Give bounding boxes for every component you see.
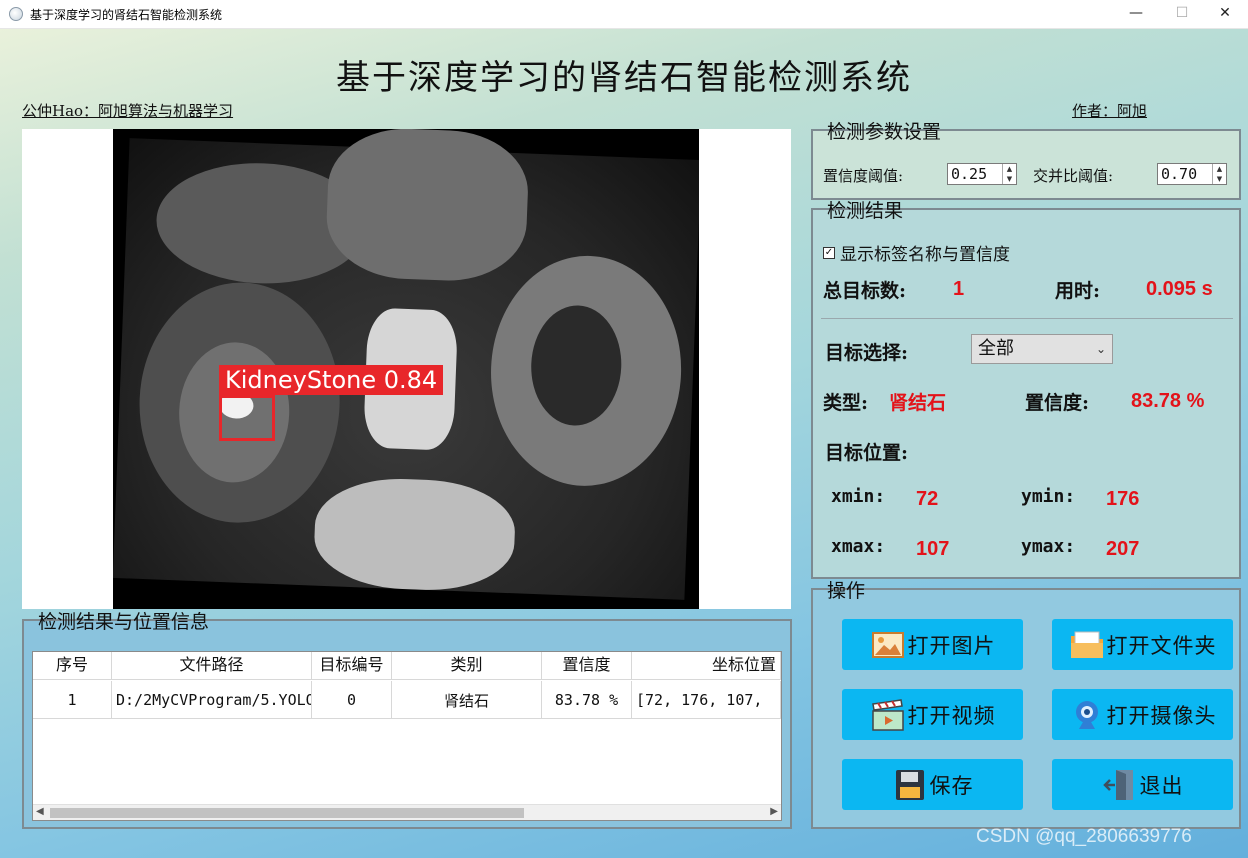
csdn-watermark: CSDN @qq_2806639776 [976, 826, 1192, 847]
iou-threshold-spinbox[interactable]: 0.70 ▲ ▼ [1157, 163, 1227, 185]
results-group-title: 检测结果 [827, 200, 904, 222]
table-group-title: 检测结果与位置信息 [38, 611, 210, 633]
open-camera-label: 打开摄像头 [1106, 703, 1217, 728]
detection-label: KidneyStone 0.84 [219, 365, 444, 395]
confidence-value: 83.78 % [1131, 390, 1205, 412]
exit-label: 退出 [1139, 773, 1184, 798]
params-group-title: 检测参数设置 [827, 121, 942, 143]
cell-coordinates: [72, 176, 107, [632, 681, 781, 719]
column-header-file-path[interactable]: 文件路径 [112, 652, 312, 680]
spin-up-icon[interactable]: ▲ [1003, 164, 1016, 174]
open-video-button[interactable]: 打开视频 [842, 689, 1023, 740]
spin-down-icon[interactable]: ▼ [1213, 174, 1226, 184]
open-image-label: 打开图片 [907, 633, 996, 658]
webcam-icon [1075, 700, 1098, 729]
detection-params-group: 检测参数设置 置信度阈值: 0.25 ▲ ▼ 交并比阈值: 0.70 ▲ ▼ [811, 121, 1241, 200]
spin-down-icon[interactable]: ▼ [1003, 174, 1016, 184]
column-header-target-id[interactable]: 目标编号 [312, 652, 392, 680]
time-label: 用时: [1055, 280, 1101, 302]
open-folder-button[interactable]: 打开文件夹 [1052, 619, 1233, 670]
cell-target-id: 0 [312, 681, 392, 719]
save-label: 保存 [929, 773, 974, 798]
operations-group: 操作 打开图片 打开文件夹 打开视频 打开摄像头 保存 退出 [811, 580, 1241, 829]
ymax-value: 207 [1106, 538, 1140, 560]
target-select-dropdown[interactable]: 全部 ⌄ [971, 334, 1113, 364]
exit-button[interactable]: 退出 [1052, 759, 1233, 810]
window-title: 基于深度学习的肾结石智能检测系统 [30, 8, 223, 22]
scroll-right-icon[interactable]: ▶ [770, 806, 778, 817]
floppy-disk-icon [895, 769, 924, 800]
open-image-button[interactable]: 打开图片 [842, 619, 1023, 670]
target-position-label: 目标位置: [825, 442, 909, 464]
table-row[interactable]: 1 D:/2MyCVProgram/5.YOLOv10Program/… 0 肾… [33, 681, 781, 719]
folder-icon [1070, 631, 1103, 658]
table-header-row: 序号 文件路径 目标编号 类别 置信度 坐标位置 [33, 652, 781, 680]
window-titlebar: 基于深度学习的肾结石智能检测系统 — ☐ ✕ [0, 0, 1248, 29]
column-header-index[interactable]: 序号 [33, 652, 112, 680]
iou-threshold-label: 交并比阈值: [1033, 167, 1114, 185]
iou-threshold-value: 0.70 [1161, 165, 1198, 183]
save-button[interactable]: 保存 [842, 759, 1023, 810]
author-channel-note: 公仲Hao：阿旭算法与机器学习 [22, 102, 234, 120]
app-icon [9, 7, 23, 21]
cell-confidence: 83.78 % [542, 681, 632, 719]
confidence-label: 置信度: [1025, 392, 1090, 414]
results-table[interactable]: 序号 文件路径 目标编号 类别 置信度 坐标位置 1 D:/2MyCVProgr… [32, 651, 782, 821]
maximize-button[interactable]: ☐ [1159, 0, 1205, 29]
ymin-label: ymin: [1021, 486, 1076, 507]
page-title: 基于深度学习的肾结石智能检测系统 [336, 58, 912, 98]
spin-up-icon[interactable]: ▲ [1213, 164, 1226, 174]
total-targets-label: 总目标数: [823, 280, 907, 302]
conf-threshold-value: 0.25 [951, 165, 988, 183]
cell-class: 肾结石 [392, 681, 542, 719]
open-video-label: 打开视频 [907, 703, 996, 728]
checkbox-checked-icon[interactable]: ✓ [823, 246, 835, 259]
conf-spin-arrows[interactable]: ▲ ▼ [1002, 164, 1016, 184]
cell-file-path: D:/2MyCVProgram/5.YOLOv10Program/… [112, 681, 312, 719]
ymin-value: 176 [1106, 488, 1140, 510]
xmax-label: xmax: [831, 536, 886, 557]
open-camera-button[interactable]: 打开摄像头 [1052, 689, 1233, 740]
exit-door-icon [1102, 769, 1133, 800]
ct-scan-image: KidneyStone 0.84 [113, 129, 699, 609]
detection-results-group: 检测结果 ✓ 显示标签名称与置信度 总目标数: 1 用时: 0.095 s 目标… [811, 200, 1241, 579]
image-icon [871, 631, 904, 658]
close-button[interactable]: ✕ [1202, 0, 1248, 29]
type-value: 肾结石 [889, 392, 947, 414]
type-label: 类型: [823, 392, 869, 414]
show-labels-checkbox[interactable]: ✓ 显示标签名称与置信度 [823, 240, 1010, 265]
cell-index: 1 [33, 681, 112, 719]
xmax-value: 107 [916, 538, 950, 560]
author-note: 作者：阿旭 [1072, 102, 1148, 120]
show-labels-text: 显示标签名称与置信度 [840, 245, 1010, 265]
results-table-group: 检测结果与位置信息 序号 文件路径 目标编号 类别 置信度 坐标位置 1 D:/… [22, 611, 792, 829]
divider [821, 318, 1233, 319]
scrollbar-thumb[interactable] [50, 808, 524, 818]
image-display: KidneyStone 0.84 [22, 129, 791, 609]
column-header-coordinates[interactable]: 坐标位置 [632, 652, 781, 680]
xmin-value: 72 [916, 488, 939, 510]
total-targets-value: 1 [953, 278, 965, 300]
target-select-label: 目标选择: [825, 342, 909, 364]
chevron-down-icon: ⌄ [1095, 342, 1106, 356]
conf-threshold-label: 置信度阈值: [823, 167, 904, 185]
scroll-left-icon[interactable]: ◀ [36, 806, 44, 817]
ymax-label: ymax: [1021, 536, 1076, 557]
conf-threshold-spinbox[interactable]: 0.25 ▲ ▼ [947, 163, 1017, 185]
detection-box [219, 395, 275, 441]
time-value: 0.095 s [1146, 278, 1213, 300]
target-select-value: 全部 [978, 338, 1014, 359]
column-header-class[interactable]: 类别 [392, 652, 542, 680]
column-header-confidence[interactable]: 置信度 [542, 652, 632, 680]
xmin-label: xmin: [831, 486, 886, 507]
open-folder-label: 打开文件夹 [1106, 633, 1217, 658]
ops-group-title: 操作 [827, 580, 866, 602]
clapperboard-icon [871, 698, 904, 731]
horizontal-scrollbar[interactable]: ◀ ▶ [33, 804, 781, 820]
iou-spin-arrows[interactable]: ▲ ▼ [1212, 164, 1226, 184]
minimize-button[interactable]: — [1113, 0, 1159, 29]
